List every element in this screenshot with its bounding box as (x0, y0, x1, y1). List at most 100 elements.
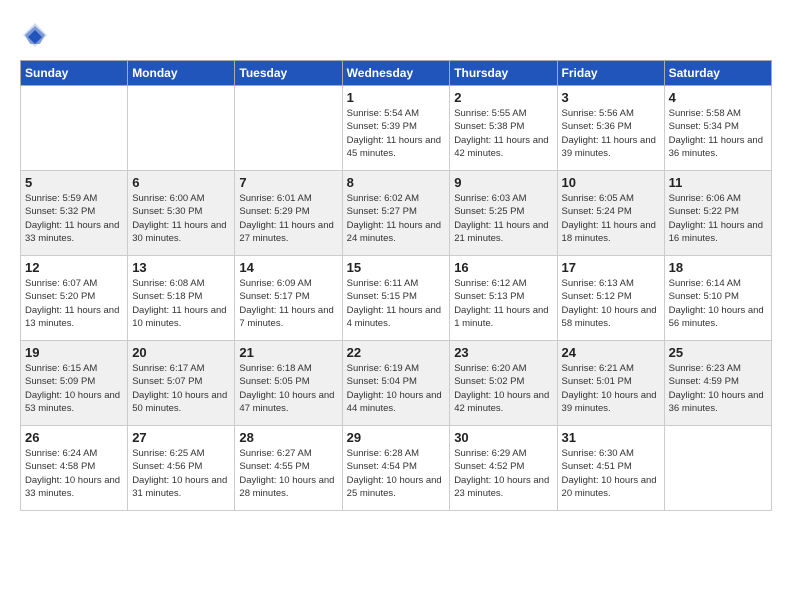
day-number: 12 (25, 260, 123, 275)
day-info: Sunrise: 6:02 AM Sunset: 5:27 PM Dayligh… (347, 192, 446, 245)
day-number: 21 (239, 345, 337, 360)
day-number: 25 (669, 345, 767, 360)
day-number: 19 (25, 345, 123, 360)
day-number: 11 (669, 175, 767, 190)
day-info: Sunrise: 6:05 AM Sunset: 5:24 PM Dayligh… (562, 192, 660, 245)
calendar-cell: 14 Sunrise: 6:09 AM Sunset: 5:17 PM Dayli… (235, 256, 342, 341)
calendar-header-row: SundayMondayTuesdayWednesdayThursdayFrid… (21, 61, 772, 86)
day-info: Sunrise: 6:09 AM Sunset: 5:17 PM Dayligh… (239, 277, 337, 330)
day-info: Sunrise: 5:59 AM Sunset: 5:32 PM Dayligh… (25, 192, 123, 245)
calendar-cell (235, 86, 342, 171)
day-number: 2 (454, 90, 552, 105)
day-info: Sunrise: 6:01 AM Sunset: 5:29 PM Dayligh… (239, 192, 337, 245)
day-number: 3 (562, 90, 660, 105)
week-row-4: 19 Sunrise: 6:15 AM Sunset: 5:09 PM Dayli… (21, 341, 772, 426)
day-number: 28 (239, 430, 337, 445)
week-row-2: 5 Sunrise: 5:59 AM Sunset: 5:32 PM Daylig… (21, 171, 772, 256)
day-number: 1 (347, 90, 446, 105)
column-header-sunday: Sunday (21, 61, 128, 86)
calendar-cell: 29 Sunrise: 6:28 AM Sunset: 4:54 PM Dayli… (342, 426, 450, 511)
day-number: 8 (347, 175, 446, 190)
column-header-tuesday: Tuesday (235, 61, 342, 86)
calendar-cell: 16 Sunrise: 6:12 AM Sunset: 5:13 PM Dayli… (450, 256, 557, 341)
day-info: Sunrise: 6:29 AM Sunset: 4:52 PM Dayligh… (454, 447, 552, 500)
calendar-cell: 17 Sunrise: 6:13 AM Sunset: 5:12 PM Dayli… (557, 256, 664, 341)
day-info: Sunrise: 5:56 AM Sunset: 5:36 PM Dayligh… (562, 107, 660, 160)
day-info: Sunrise: 5:55 AM Sunset: 5:38 PM Dayligh… (454, 107, 552, 160)
day-info: Sunrise: 6:11 AM Sunset: 5:15 PM Dayligh… (347, 277, 446, 330)
calendar-cell: 30 Sunrise: 6:29 AM Sunset: 4:52 PM Dayli… (450, 426, 557, 511)
day-number: 30 (454, 430, 552, 445)
day-number: 26 (25, 430, 123, 445)
calendar-cell: 15 Sunrise: 6:11 AM Sunset: 5:15 PM Dayli… (342, 256, 450, 341)
day-info: Sunrise: 6:13 AM Sunset: 5:12 PM Dayligh… (562, 277, 660, 330)
calendar-cell: 25Sunrise: 6:23 AM Sunset: 4:59 PM Dayli… (664, 341, 771, 426)
day-number: 18 (669, 260, 767, 275)
calendar-cell: 22Sunrise: 6:19 AM Sunset: 5:04 PM Dayli… (342, 341, 450, 426)
week-row-5: 26Sunrise: 6:24 AM Sunset: 4:58 PM Dayli… (21, 426, 772, 511)
day-info: Sunrise: 6:25 AM Sunset: 4:56 PM Dayligh… (132, 447, 230, 500)
day-info: Sunrise: 6:17 AM Sunset: 5:07 PM Dayligh… (132, 362, 230, 415)
day-number: 9 (454, 175, 552, 190)
calendar-cell: 3 Sunrise: 5:56 AM Sunset: 5:36 PM Daylig… (557, 86, 664, 171)
day-number: 15 (347, 260, 446, 275)
day-info: Sunrise: 6:00 AM Sunset: 5:30 PM Dayligh… (132, 192, 230, 245)
day-number: 29 (347, 430, 446, 445)
calendar-cell: 20 Sunrise: 6:17 AM Sunset: 5:07 PM Dayli… (128, 341, 235, 426)
week-row-1: 1 Sunrise: 5:54 AM Sunset: 5:39 PM Daylig… (21, 86, 772, 171)
day-info: Sunrise: 6:21 AM Sunset: 5:01 PM Dayligh… (562, 362, 660, 415)
calendar-cell: 10 Sunrise: 6:05 AM Sunset: 5:24 PM Dayli… (557, 171, 664, 256)
calendar-cell: 1 Sunrise: 5:54 AM Sunset: 5:39 PM Daylig… (342, 86, 450, 171)
column-header-wednesday: Wednesday (342, 61, 450, 86)
day-info: Sunrise: 6:19 AM Sunset: 5:04 PM Dayligh… (347, 362, 446, 415)
calendar-cell: 28 Sunrise: 6:27 AM Sunset: 4:55 PM Dayli… (235, 426, 342, 511)
day-number: 20 (132, 345, 230, 360)
day-info: Sunrise: 6:08 AM Sunset: 5:18 PM Dayligh… (132, 277, 230, 330)
calendar-cell: 19 Sunrise: 6:15 AM Sunset: 5:09 PM Dayli… (21, 341, 128, 426)
day-number: 5 (25, 175, 123, 190)
day-info: Sunrise: 6:27 AM Sunset: 4:55 PM Dayligh… (239, 447, 337, 500)
day-number: 24 (562, 345, 660, 360)
day-info: Sunrise: 6:28 AM Sunset: 4:54 PM Dayligh… (347, 447, 446, 500)
logo (20, 20, 54, 50)
calendar-cell: 6 Sunrise: 6:00 AM Sunset: 5:30 PM Daylig… (128, 171, 235, 256)
day-number: 10 (562, 175, 660, 190)
day-number: 23 (454, 345, 552, 360)
day-number: 17 (562, 260, 660, 275)
day-info: Sunrise: 6:06 AM Sunset: 5:22 PM Dayligh… (669, 192, 767, 245)
day-number: 4 (669, 90, 767, 105)
day-info: Sunrise: 6:15 AM Sunset: 5:09 PM Dayligh… (25, 362, 123, 415)
day-info: Sunrise: 6:14 AM Sunset: 5:10 PM Dayligh… (669, 277, 767, 330)
day-number: 27 (132, 430, 230, 445)
day-number: 13 (132, 260, 230, 275)
calendar-cell: 5 Sunrise: 5:59 AM Sunset: 5:32 PM Daylig… (21, 171, 128, 256)
calendar-cell (664, 426, 771, 511)
day-info: Sunrise: 6:12 AM Sunset: 5:13 PM Dayligh… (454, 277, 552, 330)
column-header-friday: Friday (557, 61, 664, 86)
calendar-cell: 21Sunrise: 6:18 AM Sunset: 5:05 PM Dayli… (235, 341, 342, 426)
day-number: 31 (562, 430, 660, 445)
day-info: Sunrise: 6:03 AM Sunset: 5:25 PM Dayligh… (454, 192, 552, 245)
day-info: Sunrise: 6:07 AM Sunset: 5:20 PM Dayligh… (25, 277, 123, 330)
day-info: Sunrise: 5:58 AM Sunset: 5:34 PM Dayligh… (669, 107, 767, 160)
calendar-cell: 2 Sunrise: 5:55 AM Sunset: 5:38 PM Daylig… (450, 86, 557, 171)
day-number: 6 (132, 175, 230, 190)
column-header-saturday: Saturday (664, 61, 771, 86)
calendar-cell: 26Sunrise: 6:24 AM Sunset: 4:58 PM Dayli… (21, 426, 128, 511)
day-number: 14 (239, 260, 337, 275)
calendar-cell: 27 Sunrise: 6:25 AM Sunset: 4:56 PM Dayli… (128, 426, 235, 511)
page-header (20, 20, 772, 50)
calendar-cell: 11 Sunrise: 6:06 AM Sunset: 5:22 PM Dayli… (664, 171, 771, 256)
calendar-cell (128, 86, 235, 171)
day-info: Sunrise: 5:54 AM Sunset: 5:39 PM Dayligh… (347, 107, 446, 160)
calendar-cell: 31Sunrise: 6:30 AM Sunset: 4:51 PM Dayli… (557, 426, 664, 511)
day-number: 7 (239, 175, 337, 190)
calendar-cell (21, 86, 128, 171)
day-number: 16 (454, 260, 552, 275)
column-header-monday: Monday (128, 61, 235, 86)
calendar-cell: 4 Sunrise: 5:58 AM Sunset: 5:34 PM Daylig… (664, 86, 771, 171)
column-header-thursday: Thursday (450, 61, 557, 86)
calendar-cell: 7 Sunrise: 6:01 AM Sunset: 5:29 PM Daylig… (235, 171, 342, 256)
logo-icon (20, 20, 50, 50)
calendar-cell: 12 Sunrise: 6:07 AM Sunset: 5:20 PM Dayli… (21, 256, 128, 341)
